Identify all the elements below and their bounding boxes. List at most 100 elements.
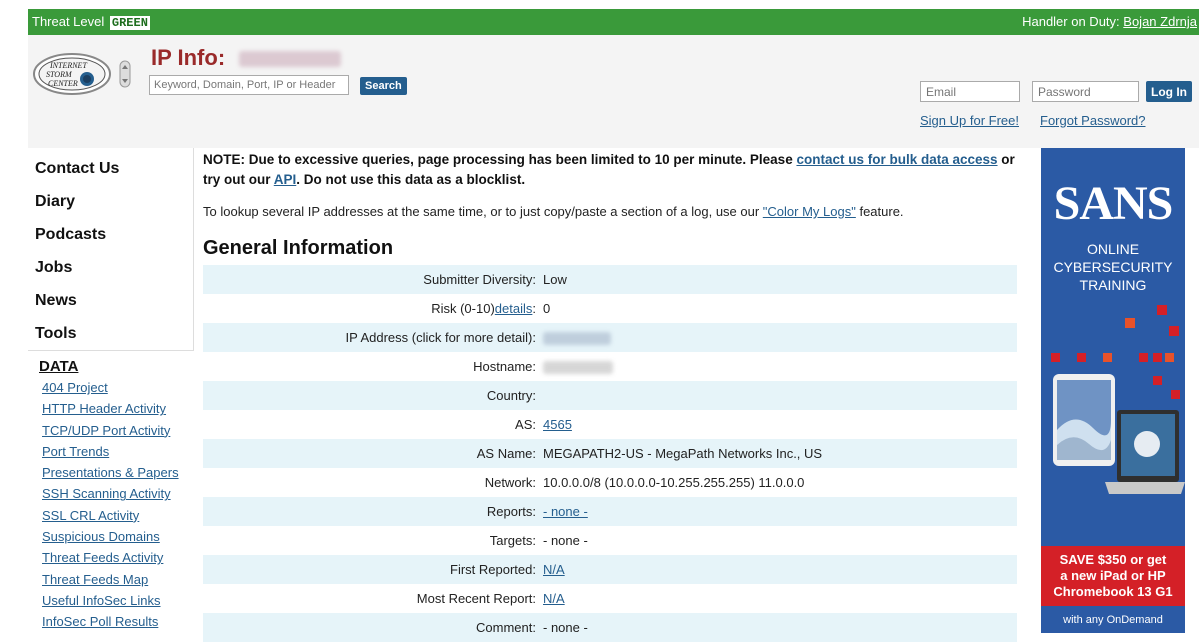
ad-decor-square (1169, 326, 1179, 336)
forgot-password-link-wrap: Forgot Password? (1040, 113, 1146, 128)
as-number-link[interactable]: 4565 (543, 417, 572, 432)
data-link-http-header-activity[interactable]: HTTP Header Activity (42, 401, 166, 416)
data-section-header[interactable]: DATA (39, 358, 195, 375)
data-link-threat-feeds-map[interactable]: Threat Feeds Map (42, 572, 148, 587)
table-row: Comment: - none - (203, 613, 1017, 642)
risk-details-link[interactable]: details (495, 301, 533, 316)
lookup-text-2: feature. (855, 204, 904, 219)
search-button[interactable]: Search (360, 77, 407, 95)
signup-link-wrap: Sign Up for Free! (920, 113, 1019, 128)
search-input[interactable] (149, 75, 349, 95)
table-row: Targets: - none - (203, 526, 1017, 555)
table-row: Country: (203, 381, 1017, 410)
lookup-text: To lookup several IP addresses at the sa… (203, 204, 1023, 219)
contact-bulk-link[interactable]: contact us for bulk data access (796, 152, 997, 167)
promo-line-2: a new iPad or HP (1060, 568, 1166, 583)
row-label: IP Address (click for more detail): (203, 323, 539, 352)
table-row: AS: 4565 (203, 410, 1017, 439)
risk-label: Risk (0-10) (431, 301, 495, 316)
ad-decor-square (1139, 353, 1148, 362)
nav-item-news[interactable]: News (28, 284, 193, 317)
table-row: IP Address (click for more detail): (203, 323, 1017, 352)
row-value: 0 (543, 301, 551, 316)
main-nav: Contact Us Diary Podcasts Jobs News Tool… (28, 148, 194, 351)
table-row: Reports: - none - (203, 497, 1017, 526)
data-link-404-project[interactable]: 404 Project (42, 380, 108, 395)
data-link-presentations-papers[interactable]: Presentations & Papers (42, 465, 179, 480)
handler-on-duty: Handler on Duty: Bojan Zdrnja (1022, 14, 1197, 29)
row-value: 4565 (539, 410, 1017, 439)
isc-logo[interactable]: INTERNET STORM CENTER (32, 51, 138, 97)
ad-promo: SAVE $350 or get a new iPad or HP Chrome… (1041, 546, 1185, 606)
forgot-password-link[interactable]: Forgot Password? (1040, 113, 1146, 128)
handler-name-link[interactable]: Bojan Zdrnja (1123, 14, 1197, 29)
reports-link[interactable]: - none - (543, 504, 588, 519)
ad-decor-square (1051, 353, 1060, 362)
svg-text:CENTER: CENTER (48, 79, 78, 88)
signup-link[interactable]: Sign Up for Free! (920, 113, 1019, 128)
ad-decor-square (1153, 353, 1162, 362)
table-row: Most Recent Report: N/A (203, 584, 1017, 613)
row-value: Low (539, 265, 1017, 294)
data-link-ssl-crl-activity[interactable]: SSL CRL Activity (42, 508, 139, 523)
ad-line-1: ONLINE (1086, 241, 1140, 257)
data-link-port-trends[interactable]: Port Trends (42, 444, 109, 459)
data-link-ssh-scanning-activity[interactable]: SSH Scanning Activity (42, 486, 171, 501)
note-text-3: . Do not use this data as a blocklist. (296, 172, 526, 187)
most-recent-report-link[interactable]: N/A (543, 591, 565, 606)
row-value: - none - (543, 533, 588, 548)
row-label: Hostname: (473, 359, 536, 374)
svg-text:INTERNET: INTERNET (49, 61, 87, 70)
color-my-logs-link[interactable]: "Color My Logs" (763, 204, 856, 219)
ad-line-2: CYBERSECURITY (1053, 259, 1173, 275)
lookup-text-1: To lookup several IP addresses at the sa… (203, 204, 763, 219)
row-label: Comment: (203, 613, 539, 642)
row-value: - none - (539, 613, 1017, 642)
data-link-infosec-poll-results[interactable]: InfoSec Poll Results (42, 614, 158, 629)
nav-item-jobs[interactable]: Jobs (28, 251, 193, 284)
data-link-suspicious-domains[interactable]: Suspicious Domains (42, 529, 160, 544)
nav-item-contact-us[interactable]: Contact Us (28, 152, 193, 185)
redacted-ip-link[interactable] (543, 332, 611, 346)
email-field[interactable] (920, 81, 1020, 102)
nav-item-podcasts[interactable]: Podcasts (28, 218, 193, 251)
data-link-useful-infosec-links[interactable]: Useful InfoSec Links (42, 593, 161, 608)
row-label: Risk (0-10)details: (203, 294, 539, 323)
data-links: 404 Project HTTP Header Activity TCP/UDP… (28, 377, 195, 633)
risk-colon: : (532, 301, 536, 316)
row-value: 10.0.0.0/8 (10.0.0.0-10.255.255.255) 11.… (543, 475, 805, 490)
page-title: IP Info: (151, 45, 342, 71)
threat-level-label: Threat Level (32, 14, 105, 29)
password-field[interactable] (1032, 81, 1139, 102)
row-label: Reports: (203, 497, 539, 526)
ad-footer: with any OnDemand (1063, 614, 1163, 626)
row-value: N/A (539, 584, 1017, 613)
data-link-threat-feeds-activity[interactable]: Threat Feeds Activity (42, 550, 163, 565)
nav-item-tools[interactable]: Tools (28, 317, 193, 350)
nav-item-diary[interactable]: Diary (28, 185, 193, 218)
table-row: Network: 10.0.0.0/8 (10.0.0.0-10.255.255… (203, 468, 1017, 497)
main-content: NOTE: Due to excessive queries, page pro… (203, 148, 1023, 642)
row-value (539, 352, 1017, 381)
sans-ad-banner[interactable]: SANS ONLINE CYBERSECURITY TRAINING SAVE … (1041, 148, 1185, 633)
sidebar: Contact Us Diary Podcasts Jobs News Tool… (28, 148, 195, 633)
table-row: Risk (0-10)details: 0 (203, 294, 1017, 323)
row-value (539, 323, 1017, 352)
ad-line-3: TRAINING (1079, 277, 1147, 293)
data-link-tcp-udp-port-activity[interactable]: TCP/UDP Port Activity (42, 423, 170, 438)
ad-decor-square (1077, 353, 1086, 362)
login-button[interactable]: Log In (1146, 81, 1192, 102)
redacted-ip-title (239, 51, 342, 68)
first-reported-link[interactable]: N/A (543, 562, 565, 577)
ad-headline: ONLINE CYBERSECURITY TRAINING (1041, 240, 1185, 294)
svg-text:STORM: STORM (46, 70, 73, 79)
row-value: N/A (539, 555, 1017, 584)
row-label: First Reported: (203, 555, 539, 584)
row-label: Targets: (489, 533, 536, 548)
row-label: Most Recent Report: (416, 591, 536, 606)
promo-line-1: SAVE $350 or get (1059, 552, 1167, 567)
row-value: MEGAPATH2-US - MegaPath Networks Inc., U… (539, 439, 1017, 468)
api-link[interactable]: API (274, 172, 297, 187)
table-row: Submitter Diversity: Low (203, 265, 1017, 294)
page-title-label: IP Info: (151, 45, 226, 70)
